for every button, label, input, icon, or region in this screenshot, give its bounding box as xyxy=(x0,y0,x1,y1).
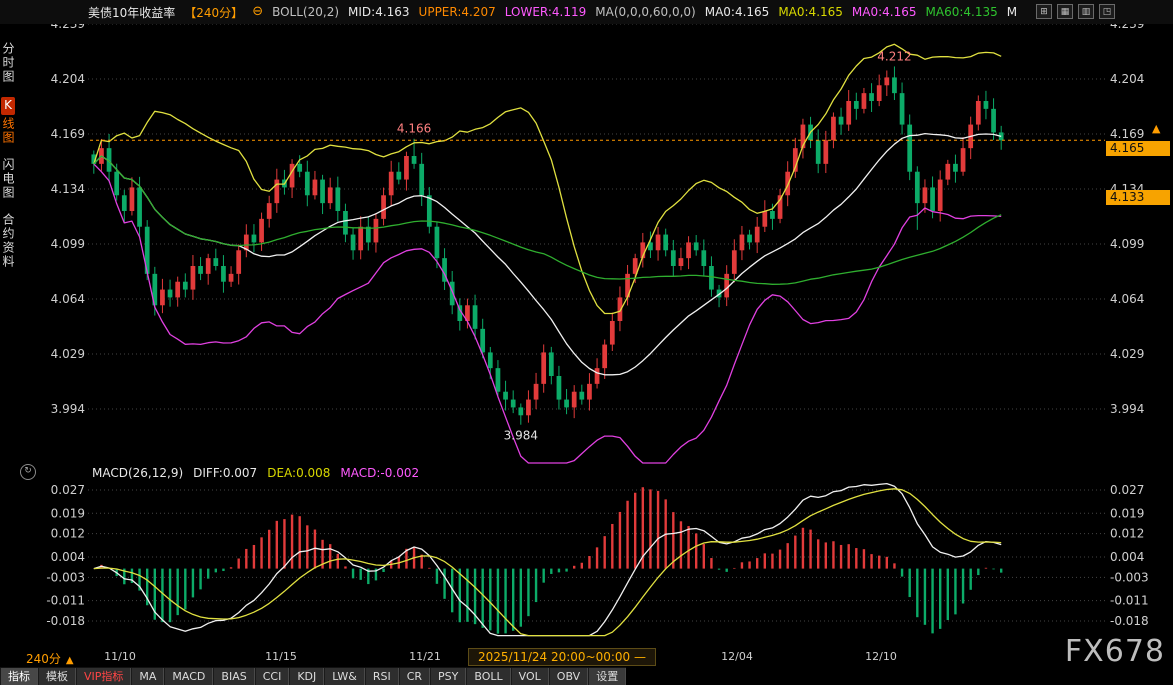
svg-text:-0.011: -0.011 xyxy=(1110,594,1149,608)
svg-text:4.204: 4.204 xyxy=(1110,72,1144,86)
ma-label: MA(0,0,0,60,0,0) xyxy=(595,5,695,19)
time-axis: 11/10 11/15 11/21 2025/11/24 20:00~00:00 — 1… xyxy=(0,648,1173,665)
chart-legend-bar: 美债10年收益率 【240分】 ⊖ BOLL(20,2) MID:4.163 U… xyxy=(0,0,1173,24)
ma0-value-2: MA0:4.165 xyxy=(778,5,843,19)
boll-label: BOLL(20,2) xyxy=(272,5,339,19)
bottom-toolbar: 指标模板VIP指标MAMACDBIASCCIKDJLW&RSICRPSYBOLL… xyxy=(0,667,626,685)
ma0-value-1: MA0:4.165 xyxy=(705,5,770,19)
svg-text:-0.003: -0.003 xyxy=(46,570,85,584)
svg-text:-0.018: -0.018 xyxy=(1110,614,1149,628)
time-axis-label: 11/10 xyxy=(104,650,136,663)
toolbar-tab-vip[interactable]: VIP指标 xyxy=(76,668,131,685)
svg-text:0.027: 0.027 xyxy=(1110,483,1144,497)
svg-text:4.166: 4.166 xyxy=(397,122,431,136)
toolbar-tab-boll[interactable]: BOLL xyxy=(466,668,510,685)
sidebar-tab-fenshi[interactable]: 分时图 xyxy=(0,42,17,84)
toolbar-tab-vol[interactable]: VOL xyxy=(511,668,549,685)
toolbar-tab-lw[interactable]: LW& xyxy=(324,668,365,685)
svg-text:4.029: 4.029 xyxy=(1110,347,1144,361)
svg-text:0.004: 0.004 xyxy=(1110,550,1144,564)
macd-dea-value: DEA:0.008 xyxy=(267,466,330,480)
chart-canvas[interactable]: 4.2394.2394.2044.2044.1694.1694.1344.134… xyxy=(0,0,1173,685)
svg-text:4.134: 4.134 xyxy=(51,182,85,196)
toolbar-tab-[interactable]: 指标 xyxy=(0,668,38,685)
sidebar-tab-label: 线图 xyxy=(1,117,15,145)
toolbar-tab-obv[interactable]: OBV xyxy=(549,668,588,685)
svg-text:4.169: 4.169 xyxy=(51,127,85,141)
svg-text:-0.018: -0.018 xyxy=(46,614,85,628)
svg-text:4.029: 4.029 xyxy=(51,347,85,361)
macd-hist-value: MACD:-0.002 xyxy=(340,466,419,480)
svg-text:4.099: 4.099 xyxy=(1110,237,1144,251)
selected-bar-time-readout: 2025/11/24 20:00~00:00 — xyxy=(468,648,656,666)
svg-text:0.012: 0.012 xyxy=(1110,527,1144,541)
svg-text:-0.011: -0.011 xyxy=(46,594,85,608)
new-window-icon[interactable]: ◳ xyxy=(1099,4,1115,19)
ma-value-badge: 4.133 xyxy=(1106,190,1170,205)
toolbar-tab-bias[interactable]: BIAS xyxy=(213,668,254,685)
macd-label: MACD(26,12,9) xyxy=(92,466,183,480)
toolbar-tab-kdj[interactable]: KDJ xyxy=(289,668,324,685)
svg-text:4.099: 4.099 xyxy=(51,237,85,251)
svg-text:3.994: 3.994 xyxy=(1110,402,1144,416)
window-controls: ⊞ ▦ ▥ ◳ xyxy=(1036,4,1115,19)
last-price-badge: 4.165 xyxy=(1106,141,1170,156)
layout-grid-icon[interactable]: ⊞ xyxy=(1036,4,1052,19)
svg-text:0.004: 0.004 xyxy=(51,550,85,564)
price-up-arrow-icon: ▲ xyxy=(1152,122,1160,135)
macd-legend: MACD(26,12,9) DIFF:0.007 DEA:0.008 MACD:… xyxy=(92,466,419,480)
footer-period-label: 240分 xyxy=(26,652,61,666)
toolbar-tab-rsi[interactable]: RSI xyxy=(365,668,399,685)
svg-text:4.064: 4.064 xyxy=(51,292,85,306)
boll-lower-value: LOWER:4.119 xyxy=(505,5,587,19)
toolbar-tab-ma[interactable]: MA xyxy=(131,668,164,685)
svg-text:4.064: 4.064 xyxy=(1110,292,1144,306)
toolbar-tab-[interactable]: 设置 xyxy=(588,668,626,685)
boll-upper-value: UPPER:4.207 xyxy=(419,5,496,19)
collapse-icon[interactable]: ⊖ xyxy=(252,6,263,18)
trading-terminal: 美债10年收益率 【240分】 ⊖ BOLL(20,2) MID:4.163 U… xyxy=(0,0,1173,685)
period-dropdown-arrow-icon: ▲ xyxy=(66,655,74,666)
time-axis-label: 12/04 xyxy=(721,650,753,663)
svg-text:0.027: 0.027 xyxy=(51,483,85,497)
toolbar-tab-cci[interactable]: CCI xyxy=(255,668,290,685)
toolbar-tab-cr[interactable]: CR xyxy=(399,668,430,685)
symbol-name: 美债10年收益率 xyxy=(88,4,175,21)
sidebar-tab-kline[interactable]: K 线图 xyxy=(0,97,17,145)
svg-text:-0.003: -0.003 xyxy=(1110,570,1149,584)
toolbar-tab-psy[interactable]: PSY xyxy=(430,668,466,685)
footer-period-selector[interactable]: 240分 ▲ xyxy=(26,650,74,667)
time-axis-label: 11/21 xyxy=(409,650,441,663)
time-axis-label: 12/10 xyxy=(865,650,897,663)
toolbar-tab-macd[interactable]: MACD xyxy=(164,668,213,685)
period-label[interactable]: 【240分】 xyxy=(184,4,243,21)
left-tab-bar: 分时图 K 线图闪电图合约资料 xyxy=(0,30,17,685)
time-axis-label: 11/15 xyxy=(265,650,297,663)
ma60-value: MA60:4.135 xyxy=(926,5,998,19)
sidebar-tab-flash[interactable]: 闪电图 xyxy=(0,158,17,200)
svg-text:0.019: 0.019 xyxy=(51,506,85,520)
ma0-value-3: MA0:4.165 xyxy=(852,5,917,19)
sidebar-tab-contract[interactable]: 合约资料 xyxy=(0,213,17,269)
svg-text:4.204: 4.204 xyxy=(51,72,85,86)
macd-diff-value: DIFF:0.007 xyxy=(193,466,257,480)
indicator-cycle-icon[interactable]: ↻ xyxy=(20,464,36,480)
svg-text:3.984: 3.984 xyxy=(504,429,538,443)
split-chart-icon[interactable]: ▥ xyxy=(1078,4,1094,19)
active-tab-badge: K xyxy=(1,97,15,115)
ma-truncated-label: M xyxy=(1007,5,1017,19)
svg-text:0.012: 0.012 xyxy=(51,527,85,541)
toolbar-tab-[interactable]: 模板 xyxy=(38,668,76,685)
svg-text:3.994: 3.994 xyxy=(51,402,85,416)
boll-mid-value: MID:4.163 xyxy=(348,5,410,19)
svg-text:0.019: 0.019 xyxy=(1110,506,1144,520)
svg-text:4.212: 4.212 xyxy=(877,49,911,63)
multi-chart-icon[interactable]: ▦ xyxy=(1057,4,1073,19)
svg-text:4.169: 4.169 xyxy=(1110,127,1144,141)
